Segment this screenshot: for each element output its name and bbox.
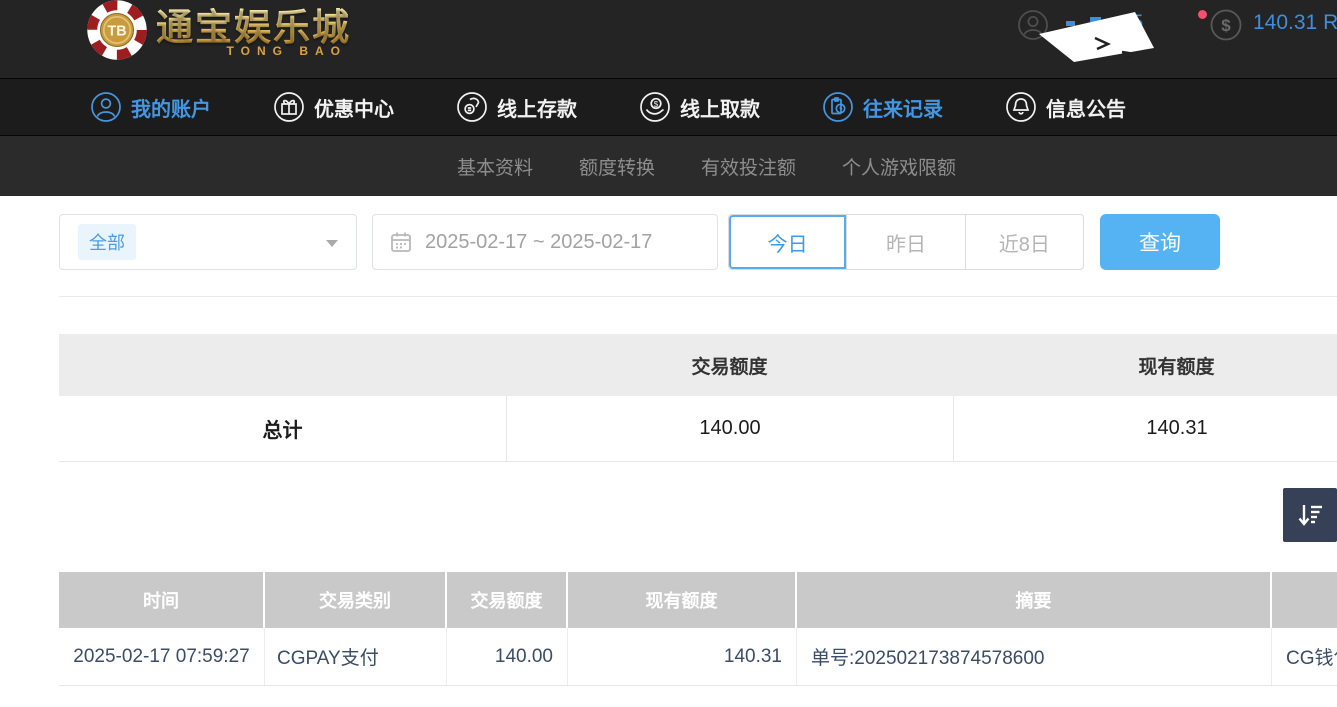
balance-display: 140.31 RMB [1253, 11, 1337, 35]
records-table-header: 时间 交易类别 交易额度 现有额度 摘要 备注 [59, 572, 1337, 628]
bell-icon [1005, 91, 1037, 123]
sort-descending-button[interactable] [1283, 488, 1337, 542]
summary-col-trade-amount: 交易额度 [506, 334, 953, 396]
svg-text:$: $ [654, 100, 659, 109]
subnav-item-valid-bets[interactable]: 有效投注额 [701, 153, 796, 180]
balance-currency: RMB [1323, 11, 1337, 34]
query-button[interactable]: 查询 [1100, 214, 1220, 270]
record-remark: CG钱包 [1272, 628, 1337, 685]
redaction-scribble [1038, 8, 1160, 66]
calendar-icon [389, 230, 413, 254]
sort-descending-icon [1295, 500, 1325, 530]
nav-item-promotions[interactable]: 优惠中心 [273, 91, 394, 123]
summary-table-header: 交易额度 现有额度 [59, 334, 1337, 396]
summary-table: 交易额度 现有额度 总计 140.00 140.31 [59, 334, 1337, 462]
date-range-value: 2025-02-17 ~ 2025-02-17 [425, 231, 652, 254]
withdraw-icon: $ [639, 91, 671, 123]
date-range-input[interactable]: 2025-02-17 ~ 2025-02-17 [372, 214, 718, 270]
main-navigation: 我的账户 优惠中心 线上存款 $ 线上取款 [0, 78, 1337, 136]
summary-col-empty [59, 334, 506, 396]
transaction-type-select[interactable]: 全部 [59, 214, 357, 270]
record-time: 2025-02-17 07:59:27 [59, 628, 265, 685]
records-col-remark: 备注 [1272, 572, 1337, 628]
subnav-item-basic-info[interactable]: 基本资料 [457, 153, 533, 180]
record-summary: 单号:202502173874578600 [797, 628, 1272, 685]
nav-item-records[interactable]: 往来记录 [822, 91, 943, 123]
top-bar: TB 通宝娱乐城 TONG BAO 25 $ 140.31 RMB [0, 0, 1337, 78]
section-divider [59, 296, 1337, 297]
svg-text:$: $ [1221, 16, 1231, 35]
summary-current-amount: 140.31 [953, 396, 1337, 461]
subnav-item-game-limits[interactable]: 个人游戏限额 [842, 153, 956, 180]
summary-total-label: 总计 [59, 396, 506, 461]
balance-amount: 140.31 [1253, 11, 1317, 34]
records-col-current-amount: 现有额度 [568, 572, 797, 628]
records-col-type: 交易类别 [265, 572, 447, 628]
quick-range-last-8-days[interactable]: 近8日 [965, 215, 1083, 269]
user-icon [90, 91, 122, 123]
records-col-summary: 摘要 [797, 572, 1272, 628]
dollar-coin-icon: $ [1209, 8, 1243, 42]
notification-dot [1198, 10, 1207, 19]
record-trade-amount: 140.00 [447, 628, 568, 685]
summary-col-current-amount: 现有额度 [953, 334, 1337, 396]
summary-total-row: 总计 140.00 140.31 [59, 396, 1337, 462]
selected-type-tag[interactable]: 全部 [78, 224, 136, 260]
deposit-icon [456, 91, 488, 123]
table-row: 2025-02-17 07:59:27 CGPAY支付 140.00 140.3… [59, 628, 1337, 686]
nav-item-announcements[interactable]: 信息公告 [1005, 91, 1126, 123]
nav-item-deposit[interactable]: 线上存款 [456, 91, 577, 123]
record-current-amount: 140.31 [568, 628, 797, 685]
sub-navigation: 基本资料 额度转换 有效投注额 个人游戏限额 [0, 136, 1337, 196]
records-icon [822, 91, 854, 123]
account-area: 25 $ 140.31 RMB [0, 0, 1337, 78]
record-type: CGPAY支付 [265, 628, 447, 685]
summary-trade-amount: 140.00 [506, 396, 953, 461]
records-col-trade-amount: 交易额度 [447, 572, 568, 628]
records-table: 时间 交易类别 交易额度 现有额度 摘要 备注 2025-02-17 07:59… [59, 572, 1337, 686]
quick-range-group: 今日 昨日 近8日 [728, 214, 1084, 270]
records-col-time: 时间 [59, 572, 265, 628]
quick-range-yesterday[interactable]: 昨日 [846, 215, 964, 269]
gift-icon [273, 91, 305, 123]
quick-range-today[interactable]: 今日 [729, 215, 846, 269]
nav-item-withdraw[interactable]: $ 线上取款 [639, 91, 760, 123]
chevron-down-icon [326, 240, 338, 247]
nav-item-my-account[interactable]: 我的账户 [90, 91, 211, 123]
subnav-item-credit-transfer[interactable]: 额度转换 [579, 153, 655, 180]
